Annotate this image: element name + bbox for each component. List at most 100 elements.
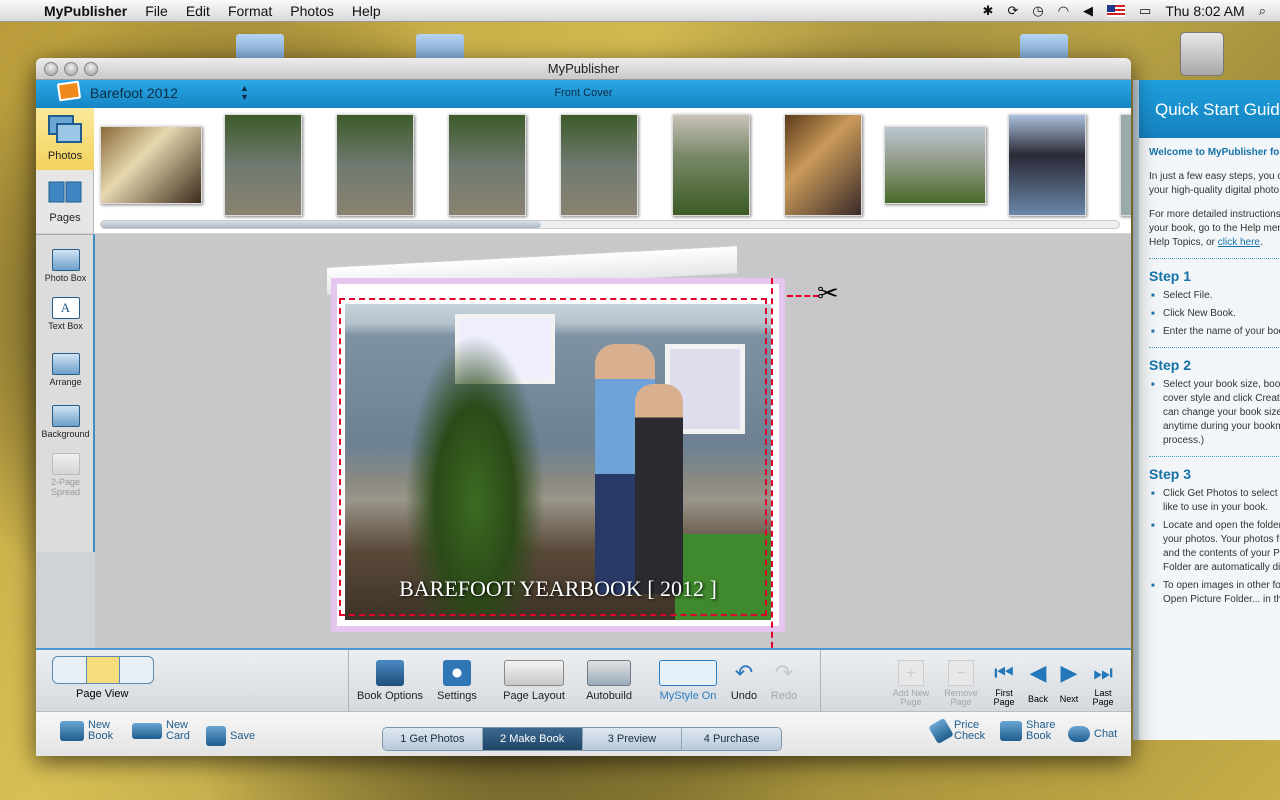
photo-thumbnail[interactable] [1008, 114, 1086, 216]
settings-button[interactable]: Settings [434, 660, 480, 702]
arrange-tool[interactable]: Arrange [36, 353, 95, 387]
save-label: Save [230, 729, 256, 742]
add-new-page-button[interactable]: Add New Page [891, 689, 931, 707]
time-machine-icon[interactable]: ◷ [1032, 3, 1043, 19]
photo-thumbnail[interactable] [224, 114, 302, 216]
remove-page-button[interactable]: Remove Page [941, 689, 981, 707]
new-book-button[interactable]: New Book [60, 720, 120, 742]
spine-trim-line [771, 278, 773, 658]
grid-view-button[interactable] [120, 657, 153, 683]
undo-button[interactable]: ↶ Undo [726, 660, 762, 702]
undo-label: Undo [730, 690, 758, 702]
book-canvas: BAREFOOT YEARBOOK [ 2012 ] ✂ [95, 234, 1131, 658]
tab-photos[interactable]: Photos [36, 108, 94, 170]
remove-page-icon: − [948, 660, 974, 686]
photo-box-label: Photo Box [44, 273, 87, 283]
title-bar[interactable]: MyPublisher [36, 58, 1131, 80]
autobuild-icon [587, 660, 631, 686]
photos-icon [47, 114, 83, 146]
current-page-label: Front Cover [554, 87, 613, 99]
bottom-bar: New Book New Card Save 1 Get Photos 2 Ma… [36, 711, 1131, 756]
tab-pages-label: Pages [49, 212, 81, 224]
battery-icon[interactable]: ▭ [1139, 3, 1151, 19]
redo-label: Redo [770, 690, 798, 702]
save-button[interactable]: Save [206, 726, 255, 746]
text-box-tool[interactable]: A Text Box [36, 297, 95, 331]
step-purchase[interactable]: 4 Purchase [682, 728, 781, 750]
redo-button[interactable]: ↷ Redo [766, 660, 802, 702]
share-icon [1000, 721, 1022, 741]
new-card-button[interactable]: New Card [132, 720, 196, 742]
new-card-icon [132, 723, 162, 739]
last-page-button[interactable]: Last Page [1083, 689, 1123, 707]
text-box-label: Text Box [48, 321, 83, 331]
bluetooth-icon[interactable]: ✱ [983, 3, 994, 19]
hard-drive-icon[interactable] [1180, 32, 1224, 76]
step-2-heading: Step 2 [1149, 357, 1192, 373]
new-card-label: New Card [166, 719, 190, 742]
menu-file[interactable]: File [145, 3, 168, 19]
menu-format[interactable]: Format [228, 3, 272, 19]
photo-thumbnail[interactable] [884, 126, 986, 204]
spread-view-button[interactable] [86, 657, 121, 683]
tab-pages[interactable]: Pages [36, 170, 94, 232]
click-here-link[interactable]: click here [1218, 237, 1260, 248]
book-options-button[interactable]: Book Options [356, 660, 424, 702]
intro-text: In just a few easy steps, you can create… [1149, 171, 1280, 196]
menu-edit[interactable]: Edit [186, 3, 210, 19]
spotlight-search-icon[interactable]: ⌕ [1259, 3, 1266, 19]
minimize-window-button[interactable] [64, 62, 78, 76]
add-new-page-icon: + [898, 660, 924, 686]
step-preview[interactable]: 3 Preview [582, 728, 683, 750]
input-source-flag-icon[interactable] [1107, 4, 1126, 17]
price-check-label: Price Check [954, 719, 986, 742]
gear-icon [443, 660, 471, 686]
sync-icon[interactable]: ⟳ [1007, 3, 1018, 19]
scrollbar-thumb[interactable] [101, 221, 541, 228]
book-header-bar: Barefoot 2012 ▲ ▼ Front Cover [36, 80, 1131, 108]
page-view-label: Page View [76, 688, 129, 700]
photo-thumbnail[interactable] [1120, 114, 1131, 216]
menu-clock[interactable]: Thu 8:02 AM [1165, 3, 1244, 19]
autobuild-label: Autobuild [586, 690, 632, 702]
quick-start-panel: Quick Start Guide Welcome to MyPublisher… [1133, 80, 1280, 740]
step-3-item: Locate and open the folder containing yo… [1151, 519, 1280, 575]
page-view-control[interactable] [52, 656, 154, 684]
autobuild-button[interactable]: Autobuild [582, 660, 636, 702]
step-get-photos[interactable]: 1 Get Photos [383, 728, 483, 750]
front-cover[interactable]: BAREFOOT YEARBOOK [ 2012 ] [331, 278, 785, 658]
menu-photos[interactable]: Photos [290, 3, 334, 19]
window-title: MyPublisher [547, 61, 620, 76]
close-window-button[interactable] [44, 62, 58, 76]
photo-box-tool[interactable]: Photo Box [36, 249, 95, 283]
background-tool[interactable]: Background [36, 405, 95, 439]
photo-thumbnail[interactable] [784, 114, 862, 216]
volume-icon[interactable]: ◀ [1083, 3, 1093, 19]
background-icon [51, 405, 80, 427]
last-page-icon: ⏭ [1093, 660, 1113, 685]
step-make-book[interactable]: 2 Make Book [482, 728, 583, 750]
photo-thumbnail[interactable] [672, 114, 750, 216]
step-1-item: Click New Book. [1151, 307, 1280, 321]
single-page-view-button[interactable] [53, 657, 87, 683]
share-book-label: Share Book [1026, 719, 1056, 742]
mystyle-label: MyStyle On [659, 690, 717, 702]
menu-help[interactable]: Help [352, 3, 381, 19]
settings-label: Settings [437, 690, 477, 702]
share-book-button[interactable]: Share Book [1000, 720, 1058, 742]
app-menu[interactable]: MyPublisher [44, 3, 127, 19]
photo-thumbnail[interactable] [448, 114, 526, 216]
photo-strip-scrollbar[interactable] [100, 220, 1120, 229]
page-layout-button[interactable]: Page Layout [500, 660, 568, 702]
photo-thumbnail[interactable] [100, 126, 202, 204]
photo-thumbnail[interactable] [336, 114, 414, 216]
chat-button[interactable]: Chat [1068, 726, 1117, 742]
wifi-icon[interactable]: ◠ [1058, 3, 1069, 19]
price-check-button[interactable]: Price Check [928, 717, 988, 745]
save-icon [206, 726, 226, 746]
mystyle-toggle[interactable]: MyStyle On [656, 660, 720, 702]
two-page-spread-tool[interactable]: 2-Page Spread [36, 453, 95, 497]
photo-thumbnail[interactable] [560, 114, 638, 216]
page-layout-label: Page Layout [503, 690, 565, 702]
zoom-window-button[interactable] [84, 62, 98, 76]
